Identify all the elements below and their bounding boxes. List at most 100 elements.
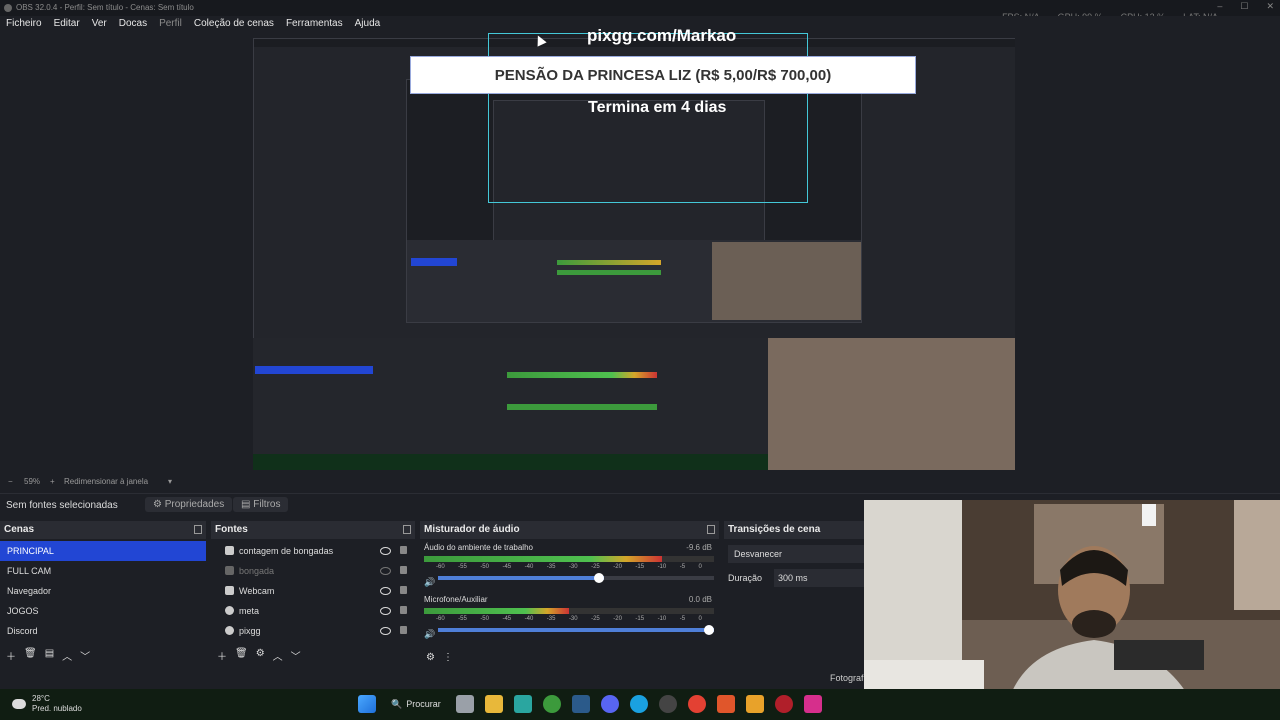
scale-tick-label: -35 [546, 616, 556, 622]
chevron-up-icon[interactable]: ︿ [62, 648, 72, 663]
lock-icon[interactable] [400, 546, 407, 554]
taskbar-search[interactable]: 🔍 Procurar [387, 695, 445, 713]
source-item[interactable]: meta [211, 601, 415, 621]
store-icon[interactable] [513, 695, 532, 713]
lock-icon[interactable] [400, 566, 407, 574]
xbox-icon[interactable] [542, 695, 561, 713]
chevron-up-icon[interactable]: ︿ [273, 648, 283, 663]
menu-ficheiro[interactable]: Ficheiro [0, 16, 48, 32]
filter-icon[interactable]: ▤ [45, 648, 54, 663]
app-icon[interactable] [745, 695, 764, 713]
chevron-down-icon[interactable]: ﹀ [80, 648, 90, 663]
maximize-button[interactable]: ☐ [1240, 1, 1248, 12]
volume-slider[interactable] [438, 573, 714, 583]
scale-tick-label: -45 [502, 564, 512, 570]
more-icon[interactable]: ⋮ [443, 652, 453, 663]
search-icon: 🔍 [391, 698, 403, 709]
lock-icon[interactable] [400, 586, 407, 594]
duration-input[interactable]: 300 ms [774, 569, 868, 587]
menu-docas[interactable]: Docas [113, 16, 153, 32]
chevron-down-icon[interactable]: ▾ [168, 477, 172, 486]
eye-icon[interactable] [380, 587, 391, 595]
gear-icon[interactable]: ⚙ [256, 648, 265, 663]
eye-icon[interactable] [380, 547, 391, 555]
zoom-in-button[interactable]: + [50, 477, 55, 486]
overlay-link-text: pixgg.com/Markao [587, 26, 737, 45]
brave-icon[interactable] [716, 695, 735, 713]
trash-icon[interactable]: 🗑 [24, 648, 37, 663]
scene-item-discord[interactable]: Discord [0, 621, 206, 641]
level-meter [424, 608, 714, 614]
speaker-icon[interactable]: 🔊 [424, 629, 435, 640]
taskbar-icons: 🔍 Procurar [358, 695, 822, 713]
chrome-icon[interactable] [687, 695, 706, 713]
eye-hidden-icon[interactable] [380, 567, 391, 575]
no-source-label: Sem fontes selecionadas [6, 500, 118, 511]
scale-tick-label: -50 [480, 616, 489, 622]
track-name: Microfone/Auxiliar [424, 595, 488, 604]
menu-ver[interactable]: Ver [86, 16, 113, 32]
scale-tick-label: -25 [591, 564, 600, 570]
add-icon[interactable]: ＋ [217, 648, 227, 663]
source-item[interactable]: contagem de bongadas [211, 541, 415, 561]
add-icon[interactable]: ＋ [6, 648, 16, 663]
source-item[interactable]: pixgg [211, 621, 415, 641]
scale-tick-label: -35 [546, 564, 556, 570]
file-explorer-icon[interactable] [484, 695, 503, 713]
camera-source-icon [225, 586, 234, 595]
close-button[interactable]: ✕ [1266, 1, 1274, 12]
dock-menu-icon[interactable] [403, 525, 411, 534]
zoom-mode[interactable]: Redimensionar à janela [64, 477, 148, 486]
eye-icon[interactable] [380, 627, 391, 635]
minimize-button[interactable]: – [1217, 1, 1222, 12]
task-view-icon[interactable] [455, 695, 474, 713]
dock-menu-icon[interactable] [707, 525, 715, 534]
menu-perfil[interactable]: Perfil [153, 16, 188, 32]
gear-icon[interactable]: ⚙ [426, 652, 435, 663]
volume-slider[interactable] [438, 625, 714, 635]
chevron-down-icon[interactable]: ﹀ [291, 648, 301, 663]
sources-dock: Fontes contagem de bongadas bongada Webc… [211, 521, 415, 667]
trash-icon[interactable]: 🗑 [235, 648, 248, 663]
menu-colecao-de-cenas[interactable]: Coleção de cenas [188, 16, 280, 32]
meter-scale: -60 -55 -50 -45 -40 -35 -30 -25 -20 -15 -10 -5 0 [424, 564, 714, 570]
filters-button[interactable]: ▤ Filtros [233, 497, 289, 512]
eye-icon[interactable] [380, 607, 391, 615]
edge-icon[interactable] [629, 695, 648, 713]
menu-ferramentas[interactable]: Ferramentas [280, 16, 349, 32]
obs-icon[interactable] [658, 695, 677, 713]
menu-ajuda[interactable]: Ajuda [349, 16, 387, 32]
instagram-icon[interactable] [803, 695, 822, 713]
window-controls: – ☐ ✕ [1217, 1, 1274, 12]
zoom-out-button[interactable]: − [8, 477, 13, 486]
scene-item-principal[interactable]: PRINCIPAL [0, 541, 206, 561]
sources-toolbar: ＋ 🗑 ⚙ ︿ ﹀ [217, 648, 301, 663]
scale-tick-label: -25 [591, 616, 600, 622]
gear-icon: ⚙ [153, 499, 165, 510]
dock-menu-icon[interactable] [194, 525, 202, 534]
zoom-bar: − 59% + Redimensionar à janela ▾ [0, 473, 1280, 489]
lock-icon[interactable] [400, 626, 407, 634]
speaker-icon[interactable]: 🔊 [424, 577, 435, 588]
scale-tick-label: -55 [458, 616, 467, 622]
app-icon[interactable] [774, 695, 793, 713]
zoom-level: 59% [24, 477, 41, 486]
scale-tick-label: -10 [657, 616, 667, 622]
lock-icon[interactable] [400, 606, 407, 614]
menu-editar[interactable]: Editar [48, 16, 86, 32]
source-item[interactable]: bongada [211, 561, 415, 581]
steam-icon[interactable] [571, 695, 590, 713]
discord-icon[interactable] [600, 695, 619, 713]
scene-item-jogos[interactable]: JOGOS [0, 601, 206, 621]
transition-select[interactable]: Desvanecer [728, 545, 870, 563]
windows-start-icon[interactable] [358, 695, 376, 713]
scale-tick-label: -30 [568, 616, 578, 622]
scene-item-full-cam[interactable]: FULL CAM [0, 561, 206, 581]
track-db: -9.6 dB [686, 543, 712, 552]
source-item[interactable]: Webcam [211, 581, 415, 601]
properties-button[interactable]: ⚙ Propriedades [145, 497, 233, 512]
browser-source-icon [225, 606, 234, 615]
scene-item-navegador[interactable]: Navegador [0, 581, 206, 601]
scenes-toolbar: ＋ 🗑 ▤ ︿ ﹀ [6, 648, 90, 663]
scale-tick-label: -5 [679, 564, 686, 570]
